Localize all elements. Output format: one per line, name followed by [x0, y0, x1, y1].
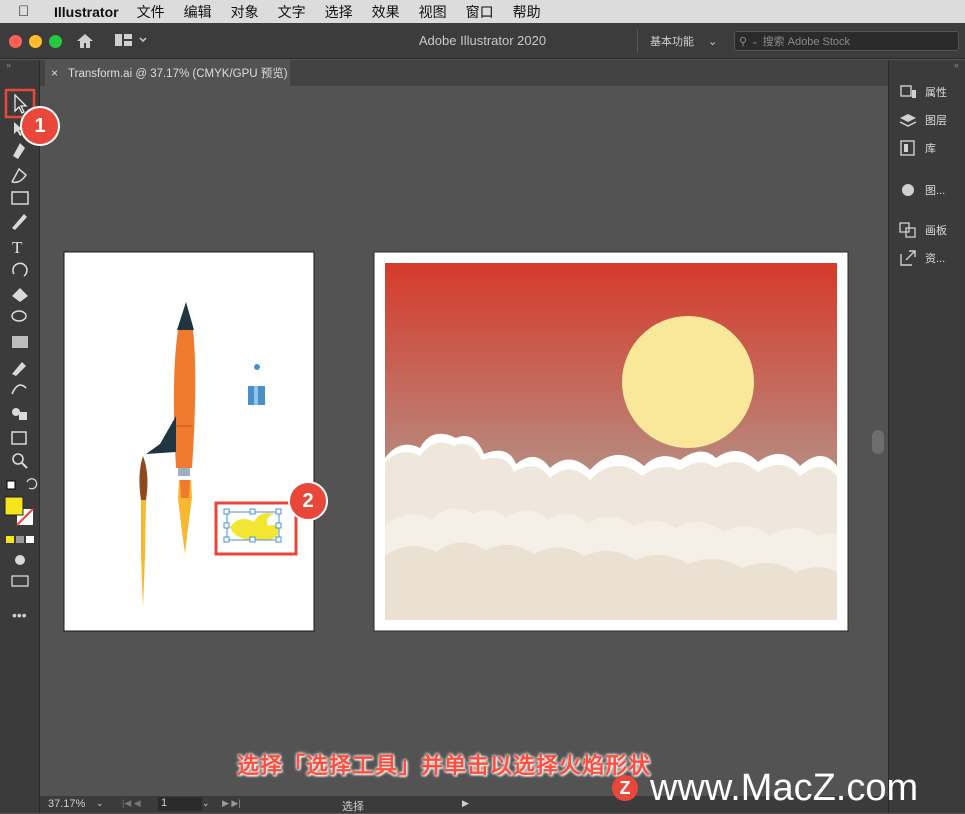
appearance-label: 图... [925, 185, 946, 197]
artwork [63, 251, 849, 632]
search-placeholder: 搜索 Adobe Stock [762, 36, 851, 48]
menu-view[interactable]: 视图 [419, 2, 447, 22]
tools-panel: » T ••• [0, 60, 40, 813]
zoom-tool-button[interactable] [8, 452, 32, 474]
symbol-sprayer-tool-button[interactable] [8, 404, 32, 426]
paintbrush-tool-button[interactable] [8, 212, 32, 234]
search-icon: ⚲ [739, 35, 748, 48]
document-tab-label: Transform.ai @ 37.17% (CMYK/GPU 预览) [68, 68, 288, 80]
properties-panel-button[interactable]: 属性 [899, 82, 947, 102]
chevron-down-icon: ⌄ [708, 35, 718, 48]
libraries-icon [899, 140, 917, 156]
menu-help[interactable]: 帮助 [513, 2, 541, 22]
gradient-tool-button[interactable] [8, 330, 32, 352]
rectangle-tool-button[interactable] [8, 188, 32, 210]
step-badge-2: 2 [288, 481, 328, 521]
menu-effect[interactable]: 效果 [372, 2, 400, 22]
export-icon [899, 250, 917, 266]
eyedropper-tool-button[interactable] [8, 356, 32, 378]
artboards-panel-button[interactable]: 画板 [899, 220, 947, 240]
app-menu[interactable]: Illustrator [54, 4, 119, 20]
properties-icon [899, 84, 917, 100]
step-badge-1: 1 [20, 106, 60, 146]
menu-select[interactable]: 选择 [325, 2, 353, 22]
zoom-level[interactable]: 37.17% [48, 798, 85, 810]
watermark: Z www.MacZ.com [612, 766, 957, 810]
curvature-tool-button[interactable] [8, 166, 32, 188]
apple-icon[interactable]:  [18, 3, 38, 20]
vertical-scrollbar-thumb[interactable] [872, 430, 884, 454]
properties-label: 属性 [925, 87, 947, 99]
pen-tool-button[interactable] [8, 142, 32, 164]
window-titlebar: Adobe Illustrator 2020 基本功能 ⌄ ⚲ ⌄ 搜索 Ado… [0, 23, 965, 59]
first-artboard-icon[interactable]: |◀ ◀ [122, 798, 141, 809]
chevron-down-icon: ⌄ [751, 35, 759, 46]
rotate-tool-button[interactable] [8, 260, 32, 282]
layers-panel-button[interactable]: 图层 [899, 110, 947, 130]
artboard-number-field[interactable]: 1 [158, 797, 202, 811]
eraser-tool-button[interactable] [8, 284, 32, 306]
fill-stroke-swatch[interactable] [4, 494, 34, 524]
type-tool-button[interactable] [8, 236, 32, 258]
menu-type[interactable]: 文字 [278, 2, 306, 22]
menu-file[interactable]: 文件 [137, 2, 165, 22]
more-tools-button[interactable] [8, 606, 32, 628]
canvas[interactable] [40, 86, 888, 796]
shape-builder-tool-button[interactable] [8, 306, 32, 328]
expand-panels-icon[interactable]: « [954, 60, 959, 70]
menu-edit[interactable]: 编辑 [184, 2, 212, 22]
macz-logo-icon: Z [612, 775, 638, 801]
close-tab-icon[interactable]: × [51, 66, 58, 80]
menu-object[interactable]: 对象 [231, 2, 259, 22]
document-tabbar: × Transform.ai @ 37.17% (CMYK/GPU 预览) [40, 60, 888, 86]
play-icon[interactable]: ▶ [462, 798, 469, 809]
watermark-text: www.MacZ.com [650, 766, 919, 809]
artboards-icon [899, 222, 917, 238]
workspace-label: 基本功能 [650, 36, 694, 48]
stock-search-field[interactable]: ⚲ ⌄ 搜索 Adobe Stock [734, 31, 959, 51]
workspace-switcher[interactable]: 基本功能 ⌄ [637, 29, 727, 53]
chevron-down-icon[interactable]: ⌄ [96, 798, 104, 809]
layers-label: 图层 [925, 115, 947, 127]
blend-tool-button[interactable] [8, 380, 32, 402]
right-panel-dock: « 属性 图层 库 图... 画板 资... [888, 60, 965, 813]
document-tab[interactable]: × Transform.ai @ 37.17% (CMYK/GPU 预览) [45, 60, 290, 86]
asset-export-label: 资... [925, 253, 946, 265]
appearance-icon [899, 182, 917, 198]
menu-window[interactable]: 窗口 [466, 2, 494, 22]
chevron-down-icon[interactable]: ⌄ [202, 798, 210, 809]
current-tool-label: 选择 [342, 801, 364, 813]
artboards-label: 画板 [925, 225, 947, 237]
appearance-panel-button[interactable]: 图... [899, 180, 945, 200]
artboard-tool-button[interactable] [8, 428, 32, 450]
asset-export-panel-button[interactable]: 资... [899, 248, 945, 268]
libraries-label: 库 [925, 143, 936, 155]
next-artboard-icon[interactable]: ▶ ▶| [222, 798, 241, 809]
libraries-panel-button[interactable]: 库 [899, 138, 936, 158]
mac-menubar:  Illustrator 文件 编辑 对象 文字 选择 效果 视图 窗口 帮助 [0, 0, 965, 23]
layers-icon [899, 112, 917, 128]
